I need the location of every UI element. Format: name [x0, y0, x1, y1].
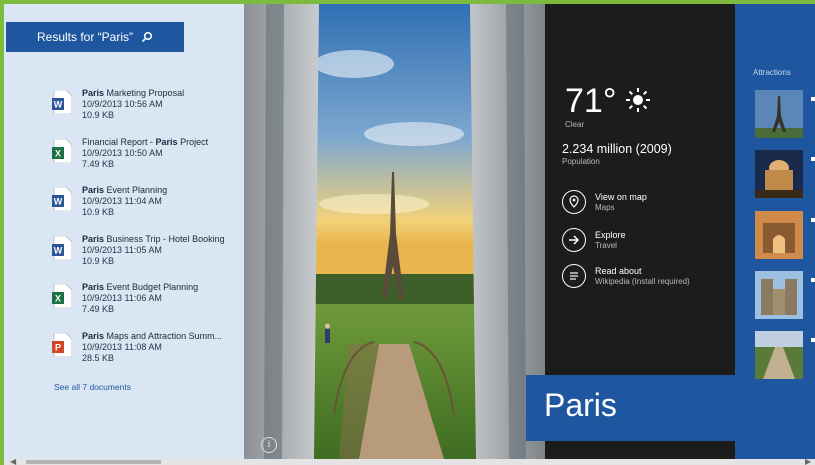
arrow-right-icon — [569, 235, 580, 245]
scrollbar-thumb[interactable] — [26, 460, 161, 464]
document-name: Paris Business Trip - Hotel Booking — [82, 233, 225, 244]
document-size: 7.49 KB — [82, 158, 115, 169]
document-date: 10/9/2013 10:50 AM — [82, 147, 163, 158]
explore-action[interactable]: Explore Travel — [562, 228, 732, 256]
search-icon — [141, 31, 153, 43]
attraction-thumbnail-eiffel[interactable] — [755, 90, 803, 138]
word-file-icon: W — [52, 90, 72, 114]
info-icon[interactable]: i — [261, 437, 277, 453]
document-list: W Paris Marketing Proposal 10/9/2013 10:… — [52, 88, 242, 380]
svg-text:W: W — [54, 197, 63, 207]
document-date: 10/9/2013 11:06 AM — [82, 293, 162, 304]
thumbnail-indicator — [811, 338, 815, 342]
document-item[interactable]: W Paris Event Planning 10/9/2013 11:04 A… — [52, 185, 242, 234]
scroll-left-icon[interactable]: ◀ — [10, 457, 16, 465]
read-about-action[interactable]: Read about Wikipedia (Install required) — [562, 264, 732, 292]
attractions-section: Attractions — [735, 4, 815, 459]
temperature: 71° — [565, 82, 617, 120]
document-date: 10/9/2013 11:04 AM — [82, 196, 162, 207]
svg-text:X: X — [55, 148, 61, 158]
document-icon — [570, 272, 578, 280]
excel-file-icon: X — [52, 138, 72, 163]
document-item[interactable]: W Paris Business Trip - Hotel Booking 10… — [52, 234, 242, 283]
thumbnail-indicator — [811, 157, 815, 161]
document-size: 10.9 KB — [82, 255, 115, 266]
excel-file-icon: X — [52, 284, 72, 309]
action-title: View on map — [595, 192, 647, 202]
results-header[interactable]: Results for “Paris” — [6, 22, 184, 52]
scroll-right-icon[interactable]: ▶ — [805, 457, 811, 465]
horizontal-scrollbar[interactable] — [4, 459, 815, 465]
arc-de-triomphe-thumbnail — [755, 211, 803, 259]
svg-text:W: W — [54, 245, 63, 255]
view-on-map-action[interactable]: View on map Maps — [562, 190, 732, 218]
sun-icon — [626, 88, 650, 112]
champs-elysees-thumbnail — [755, 331, 803, 379]
notre-dame-thumbnail — [755, 271, 803, 319]
place-title-tile: Paris — [526, 375, 737, 441]
document-item[interactable]: P Paris Maps and Attraction Summ... 10/9… — [52, 331, 242, 380]
place-name: Paris — [544, 387, 617, 423]
thumbnail-indicator — [811, 97, 815, 101]
eiffel-tower-photo — [244, 4, 545, 459]
results-panel: Results for “Paris” W Paris Marketing Pr… — [4, 4, 244, 459]
word-file-icon: W — [52, 187, 72, 212]
document-name: Paris Marketing Proposal — [82, 88, 185, 98]
population-value: 2.234 million (2009) — [562, 142, 672, 156]
document-name: Paris Event Budget Planning — [82, 282, 199, 293]
document-size: 28.5 KB — [82, 352, 115, 363]
attraction-thumbnail-arc[interactable] — [755, 211, 803, 259]
thumbnail-indicator — [811, 218, 815, 222]
results-title: Results for “Paris” — [36, 30, 134, 44]
action-subtitle: Wikipedia (Install required) — [595, 277, 690, 286]
document-size: 7.49 KB — [82, 304, 115, 315]
document-item[interactable]: W Paris Marketing Proposal 10/9/2013 10:… — [52, 88, 242, 137]
document-size: 10.9 KB — [82, 207, 115, 218]
action-subtitle: Travel — [595, 241, 617, 250]
paris-hero-image — [244, 4, 545, 459]
document-date: 10/9/2013 11:05 AM — [82, 244, 162, 255]
attraction-thumbnail-notre-dame[interactable] — [755, 271, 803, 319]
document-date: 10/9/2013 10:56 AM — [82, 99, 163, 109]
action-title: Read about — [595, 266, 642, 276]
map-pin-icon — [569, 195, 579, 208]
action-title: Explore — [595, 230, 626, 240]
population-label: Population — [562, 157, 600, 166]
word-file-icon: W — [52, 235, 72, 260]
weather-condition: Clear — [565, 120, 585, 129]
document-date: 10/9/2013 11:08 AM — [82, 341, 162, 352]
svg-text:X: X — [55, 294, 61, 304]
attractions-label: Attractions — [753, 68, 791, 77]
document-name: Financial Report - Paris Project — [82, 136, 209, 147]
svg-text:P: P — [55, 342, 61, 352]
attraction-thumbnail-champs-elysees[interactable] — [755, 331, 803, 379]
document-size: 10.9 KB — [82, 110, 115, 120]
svg-text:W: W — [54, 100, 63, 110]
powerpoint-file-icon: P — [52, 332, 72, 357]
document-name: Paris Event Planning — [82, 185, 168, 196]
attraction-thumbnail-sacre-coeur[interactable] — [755, 150, 803, 198]
document-item[interactable]: X Paris Event Budget Planning 10/9/2013 … — [52, 282, 242, 331]
action-subtitle: Maps — [595, 203, 615, 212]
document-name: Paris Maps and Attraction Summ... — [82, 330, 223, 341]
thumbnail-indicator — [811, 278, 815, 282]
search-results-app: Results for “Paris” W Paris Marketing Pr… — [4, 4, 815, 465]
document-item[interactable]: X Financial Report - Paris Project 10/9/… — [52, 137, 242, 186]
basilica-thumbnail — [755, 150, 803, 198]
eiffel-tower-thumbnail — [755, 90, 803, 138]
see-all-documents-link[interactable]: See all 7 documents — [54, 382, 131, 392]
